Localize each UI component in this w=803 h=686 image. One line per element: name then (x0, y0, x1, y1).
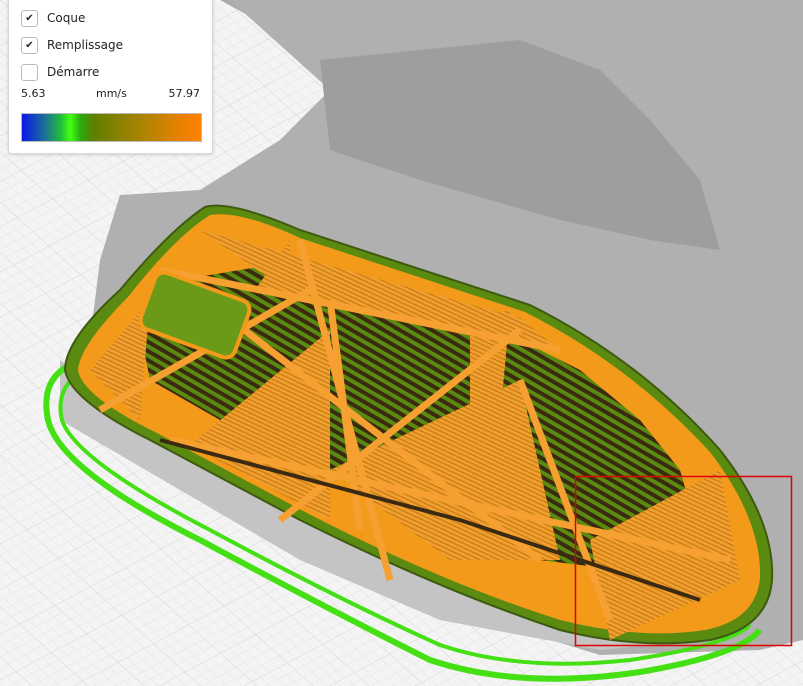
checkbox-coque[interactable]: ✔ (21, 9, 38, 27)
toggle-remplissage[interactable]: ✔ Remplissage (21, 35, 123, 55)
color-scheme-legend: ✔ Coque ✔ Remplissage Démarre 5.63 mm/s … (8, 0, 213, 154)
label-demarre: Démarre (47, 65, 100, 79)
scale-unit: mm/s (96, 87, 127, 100)
toggle-coque[interactable]: ✔ Coque (21, 8, 85, 28)
toggle-demarre[interactable]: Démarre (21, 62, 99, 82)
checkbox-remplissage[interactable]: ✔ (21, 36, 38, 54)
speed-scale-labels: 5.63 mm/s 57.97 (21, 87, 200, 101)
scale-max: 57.97 (168, 87, 201, 100)
check-icon: ✔ (25, 12, 34, 24)
label-remplissage: Remplissage (47, 38, 124, 52)
label-coque: Coque (47, 11, 86, 25)
checkbox-demarre[interactable] (21, 63, 38, 81)
speed-gradient-bar (21, 113, 202, 142)
check-icon: ✔ (25, 39, 34, 51)
scale-min: 5.63 (21, 87, 46, 100)
